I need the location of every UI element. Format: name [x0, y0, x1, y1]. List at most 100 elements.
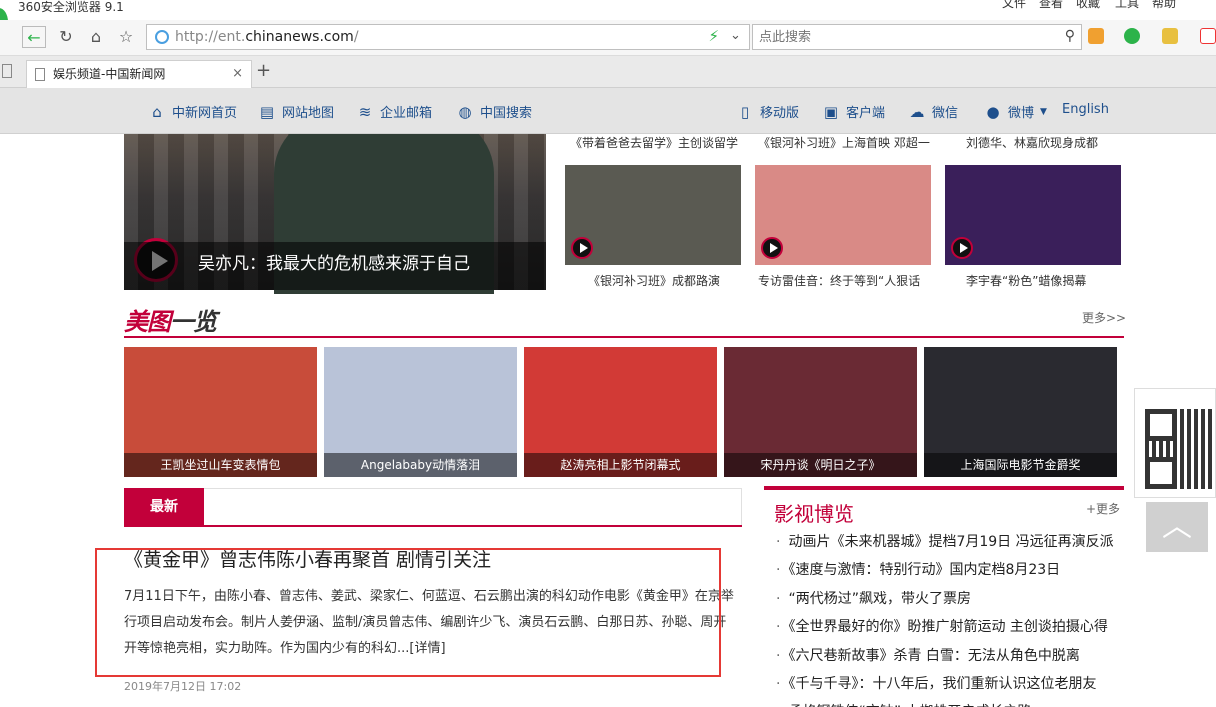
play-icon[interactable] — [951, 237, 973, 259]
search-icon[interactable]: ⚲ — [1065, 28, 1075, 44]
photo-caption-1[interactable]: 王凯坐过山车变表情包 — [124, 453, 317, 477]
nav-app[interactable]: ▣ 客户端 — [822, 102, 886, 122]
nav-home[interactable]: ⌂ 中新网首页 — [148, 102, 238, 122]
hero-video[interactable]: 吴亦凡：我最大的危机感来源于自己 — [124, 134, 546, 294]
menu-favorites[interactable]: 收藏 — [1076, 0, 1100, 11]
nav-english-label: English — [1062, 102, 1109, 117]
nav-mail[interactable]: ≋ 企业邮箱 — [356, 102, 433, 122]
nav-app-label: 客户端 — [846, 106, 886, 121]
weibo-icon: ● — [986, 102, 1000, 121]
app-icon: ▣ — [823, 102, 839, 121]
browser-search-box[interactable]: ⚲ — [752, 24, 1082, 50]
menu-view[interactable]: 查看 — [1039, 0, 1063, 11]
video-link-top-1[interactable]: 《带着爸爸去留学》主创谈留学 — [570, 134, 738, 151]
latest-tab[interactable]: 最新 — [124, 488, 204, 526]
menu-file[interactable]: 文件 — [1002, 0, 1026, 11]
tab-title: 娱乐频道-中国新闻网 — [53, 67, 166, 81]
url-suffix: / — [353, 29, 359, 45]
list-item[interactable]: 《六尺巷新故事》杀青 白雪：无法从角色中脱离 — [776, 642, 1126, 670]
video-thumb-1[interactable] — [565, 165, 741, 265]
qr-code-panel — [1134, 388, 1216, 498]
nav-search[interactable]: ◍ 中国搜索 — [456, 102, 532, 122]
play-icon[interactable] — [571, 237, 593, 259]
nav-mail-label: 企业邮箱 — [380, 106, 433, 121]
nav-mobile[interactable]: ▯ 移动版 — [736, 102, 800, 122]
home-button-icon[interactable]: ⌂ — [84, 26, 108, 48]
nav-sitemap[interactable]: ▤ 网站地图 — [258, 102, 334, 122]
extension-icon[interactable] — [1162, 28, 1178, 44]
video-caption-1[interactable]: 《银河补习班》成都路演 — [588, 272, 720, 289]
chevron-down-icon: ▼ — [1040, 106, 1047, 117]
video-thumb-3[interactable] — [945, 165, 1121, 265]
tab-active[interactable]: 娱乐频道-中国新闻网 × — [26, 60, 252, 88]
nav-home-label: 中新网首页 — [172, 106, 238, 121]
list-item[interactable]: 孟格钢铁侠“衣钵” 小蜘蛛开启成长之路 — [776, 698, 1126, 707]
apps-grid-icon[interactable] — [1088, 28, 1104, 44]
yingshi-title: 影视博览 — [774, 502, 854, 526]
menu-help[interactable]: 帮助 — [1152, 0, 1176, 11]
meitu-title-dark: 一览 — [170, 308, 217, 336]
mobile-icon: ▯ — [740, 102, 750, 121]
back-button[interactable]: ← — [22, 26, 46, 48]
latest-divider — [124, 525, 742, 527]
list-item[interactable]: “两代杨过”飙戏，带火了票房 — [776, 585, 1126, 613]
video-caption-3[interactable]: 李宇春“粉色”蜡像揭幕 — [966, 272, 1086, 289]
photo-2[interactable]: Angelababy动情落泪 — [324, 347, 517, 477]
globe-icon: ◍ — [458, 102, 472, 121]
yingshi-section: 影视博览 +更多 动画片《未来机器城》提档7月19日 冯远征再演反派 《速度与激… — [764, 486, 1124, 707]
video-link-top-2[interactable]: 《银河补习班》上海首映 邓超一 — [758, 134, 930, 151]
browser-title: 360安全浏览器 9.1 — [18, 0, 124, 14]
speed-mode-icon[interactable]: ⚡ — [708, 27, 719, 45]
back-to-top-button[interactable]: ︿ — [1146, 502, 1208, 552]
article-date: 2019年7月12日 17:02 — [124, 680, 242, 693]
hero-caption[interactable]: 吴亦凡：我最大的危机感来源于自己 — [124, 242, 546, 290]
list-item[interactable]: 《速度与激情：特别行动》国内定档8月23日 — [776, 556, 1126, 584]
tab-bar: 娱乐频道-中国新闻网 × + — [0, 56, 1216, 88]
browser-search-input[interactable] — [759, 28, 1049, 46]
photo-caption-2[interactable]: Angelababy动情落泪 — [324, 453, 517, 477]
address-input[interactable]: http://ent.chinanews.com/ ⚡ — [146, 24, 750, 50]
list-item[interactable]: 《千与千寻》：十八年后，我们重新认识这位老朋友 — [776, 670, 1126, 698]
tab-close-icon[interactable]: × — [232, 61, 243, 87]
nav-wechat[interactable]: ☁ 微信 — [908, 102, 959, 122]
yingshi-bar — [764, 486, 1124, 490]
photo-4[interactable]: 宋丹丹谈《明日之子》 — [724, 347, 917, 477]
video-caption-2[interactable]: 专访雷佳音：终于等到“人狠话 — [758, 272, 920, 289]
meitu-section-title: 美图一览 — [124, 302, 217, 337]
photo-caption-5[interactable]: 上海国际电影节金爵奖 — [924, 453, 1117, 477]
refresh-icon[interactable]: ↻ — [54, 26, 78, 48]
meitu-more-link[interactable]: 更多>> — [1082, 309, 1126, 326]
favorite-star-icon[interactable]: ☆ — [114, 26, 138, 48]
photo-5[interactable]: 上海国际电影节金爵奖 — [924, 347, 1117, 477]
translate-icon[interactable] — [1200, 28, 1216, 44]
nav-weibo-label: 微博 — [1008, 106, 1035, 121]
nav-wechat-label: 微信 — [932, 106, 959, 121]
page-content: 吴亦凡：我最大的危机感来源于自己 《带着爸爸去留学》主创谈留学 《银河补习班》上… — [0, 134, 1216, 707]
qr-code-icon — [1145, 409, 1215, 489]
meitu-divider — [124, 336, 1124, 338]
sidebar-toggle-icon[interactable] — [2, 64, 12, 78]
new-tab-button[interactable]: + — [256, 60, 271, 81]
wechat-icon: ☁ — [909, 102, 925, 121]
address-toolbar: ← ↻ ⌂ ☆ http://ent.chinanews.com/ ⚡ ⌄ ⚲ — [0, 20, 1216, 56]
photo-1[interactable]: 王凯坐过山车变表情包 — [124, 347, 317, 477]
map-icon: ▤ — [259, 102, 275, 121]
meitu-title-red: 美图 — [124, 308, 171, 336]
latest-header — [124, 488, 742, 526]
menu-tools[interactable]: 工具 — [1115, 0, 1139, 11]
yingshi-more-link[interactable]: +更多 — [1086, 500, 1120, 517]
play-icon[interactable] — [761, 237, 783, 259]
photo-3[interactable]: 赵涛亮相上影节闭幕式 — [524, 347, 717, 477]
photo-caption-3[interactable]: 赵涛亮相上影节闭幕式 — [524, 453, 717, 477]
nav-weibo[interactable]: ● 微博 ▼ — [984, 102, 1047, 122]
list-item[interactable]: 动画片《未来机器城》提档7月19日 冯远征再演反派 — [776, 528, 1126, 556]
security-shield-icon[interactable] — [1124, 28, 1140, 44]
photo-caption-4[interactable]: 宋丹丹谈《明日之子》 — [724, 453, 917, 477]
nav-mobile-label: 移动版 — [760, 106, 800, 121]
url-prefix: http://ent. — [175, 29, 246, 45]
url-domain: chinanews.com — [245, 29, 354, 45]
video-thumb-2[interactable] — [755, 165, 931, 265]
list-item[interactable]: 《全世界最好的你》盼推广射箭运动 主创谈拍摄心得 — [776, 613, 1126, 641]
nav-english[interactable]: English — [1062, 102, 1109, 117]
video-link-top-3[interactable]: 刘德华、林嘉欣现身成都 — [966, 134, 1098, 151]
